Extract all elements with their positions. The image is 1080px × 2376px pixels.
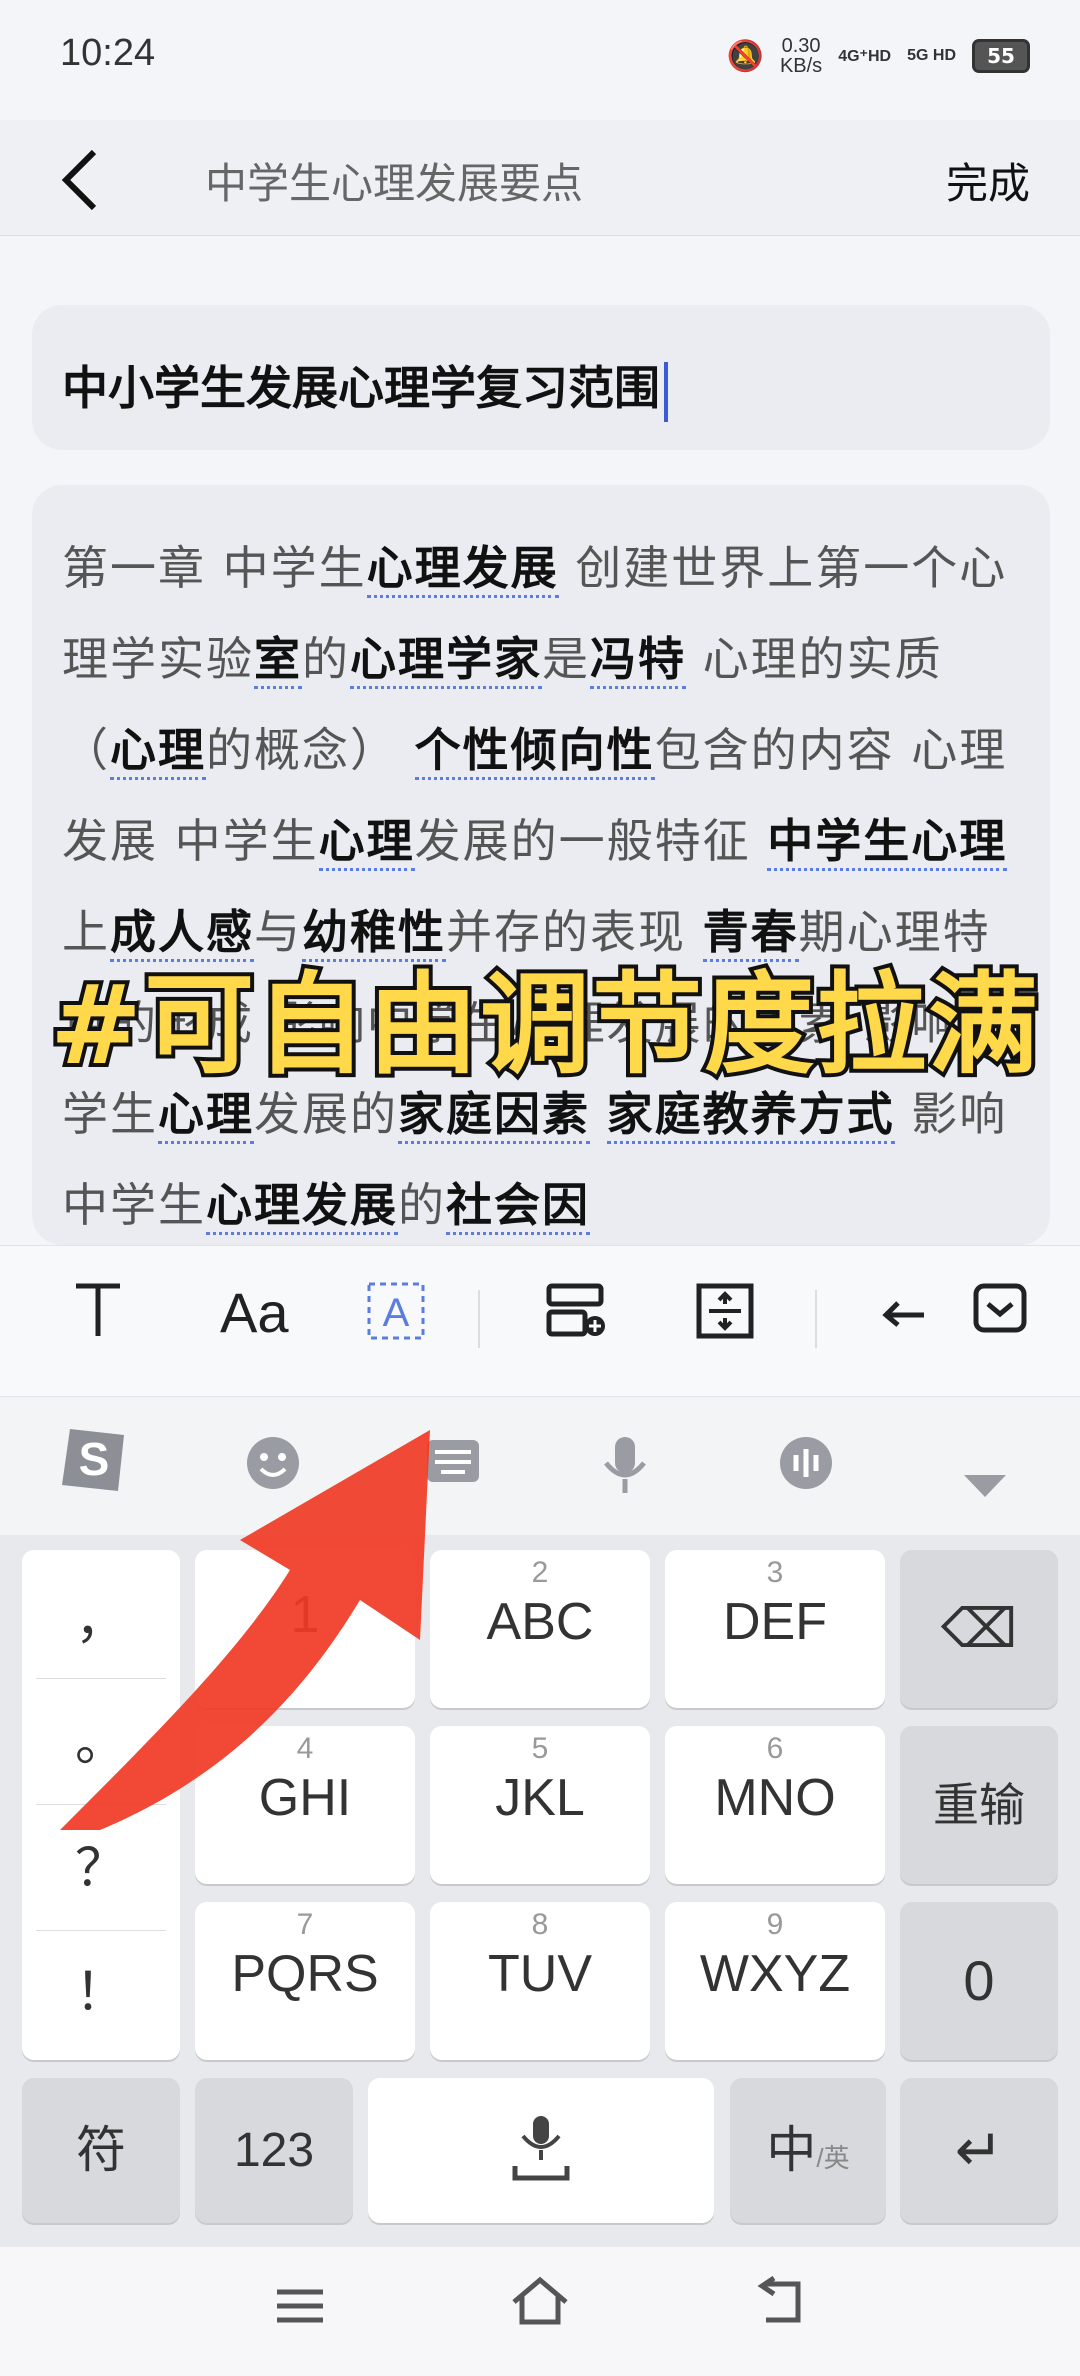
menu-nav-icon[interactable] — [275, 2276, 325, 2339]
key-letters: MNO — [714, 1769, 836, 1827]
mic-icon[interactable] — [600, 1435, 650, 1509]
key-letters: DEF — [723, 1593, 827, 1651]
hide-keyboard-icon[interactable] — [960, 1450, 1010, 1515]
svg-text:A: A — [383, 1291, 410, 1335]
space-key[interactable] — [368, 2078, 714, 2223]
red-arrow-annotation — [60, 1430, 430, 1830]
page-title: 中学生心理发展要点 — [205, 159, 584, 208]
key-tuv[interactable]: 8 TUV — [430, 1902, 650, 2060]
keyword-link[interactable]: 社会因 — [446, 1178, 590, 1235]
key-number: 6 — [766, 1732, 784, 1765]
enter-key[interactable]: ↵ — [900, 2078, 1058, 2223]
translate-icon[interactable] — [778, 1435, 834, 1505]
body-text-run: 的 — [302, 632, 350, 686]
zero-key[interactable]: 0 — [900, 1902, 1058, 2060]
network-speed: 0.30 KB/s — [779, 35, 823, 77]
keyword-link[interactable]: 中学生心理 — [767, 814, 1008, 871]
font-size-icon[interactable]: Aa — [220, 1280, 289, 1345]
text-caret — [664, 361, 668, 422]
keyword-link[interactable]: 个性倾向性 — [414, 723, 655, 780]
key-number: 9 — [766, 1908, 784, 1941]
keyword-link[interactable]: 心理发展 — [366, 541, 559, 598]
toolbar-divider — [478, 1290, 480, 1348]
sim1-signal-icon: 4G⁺HD — [838, 48, 892, 65]
back-icon[interactable] — [60, 148, 100, 226]
key-letters: TUV — [488, 1945, 592, 2003]
insert-row-icon[interactable] — [545, 1280, 607, 1356]
text-style-icon[interactable] — [72, 1280, 124, 1354]
key-pqrs[interactable]: 7 PQRS — [195, 1902, 415, 2060]
key-letters: WXYZ — [699, 1945, 851, 2003]
keyword-link[interactable]: 心理 — [318, 814, 415, 871]
home-nav-icon[interactable] — [510, 2276, 570, 2339]
body-text-run — [590, 1087, 607, 1141]
keyword-link[interactable]: 心理 — [158, 1087, 254, 1144]
key-letters: PQRS — [231, 1945, 379, 2003]
toolbar-divider — [815, 1290, 817, 1348]
keyword-link[interactable]: 冯特 — [590, 632, 686, 689]
body-text-run: 第一章 中学生 — [62, 541, 367, 595]
note-body-text[interactable]: 第一章 中学生心理发展 创建世界上第一个心理学实验室的心理学家是冯特 心理的实质… — [32, 485, 1050, 1245]
backspace-key[interactable]: ⌫ — [900, 1550, 1058, 1708]
key-number: 8 — [531, 1908, 549, 1941]
note-body-field[interactable]: 第一章 中学生心理发展 创建世界上第一个心理学实验室的心理学家是冯特 心理的实质… — [32, 485, 1050, 1245]
key-def[interactable]: 3 DEF — [665, 1550, 885, 1708]
key-wxyz[interactable]: 9 WXYZ — [665, 1902, 885, 2060]
done-button[interactable]: 完成 — [946, 150, 1030, 211]
language-switch-key[interactable]: 中/英 — [730, 2078, 886, 2223]
body-text-run: 的概念） — [206, 723, 415, 777]
keyword-link[interactable]: 家庭因素 — [398, 1087, 590, 1144]
space-mic-icon — [512, 2116, 570, 2181]
keyword-link[interactable]: 心理发展 — [206, 1178, 398, 1235]
key-mno[interactable]: 6 MNO — [665, 1726, 885, 1884]
key-number: 7 — [296, 1908, 314, 1941]
note-title-text[interactable]: 中小学生发展心理学复习范围 — [62, 352, 668, 422]
body-text-run: 发展的一般特征 — [414, 814, 768, 868]
undo-icon[interactable] — [880, 1280, 930, 1345]
collapse-icon[interactable] — [972, 1280, 1028, 1350]
text-box-icon[interactable]: A — [365, 1280, 427, 1356]
keyword-link[interactable]: 心理学家 — [350, 632, 542, 689]
overlay-caption: #可自由调节度拉满 — [46, 957, 1042, 1093]
numbers-key[interactable]: 123 — [195, 2078, 353, 2223]
body-text-run: 发展的 — [254, 1087, 398, 1141]
keyword-link[interactable]: 室 — [254, 632, 302, 689]
status-icons: 🔕 0.30 KB/s 4G⁺HD 5G HD 55 — [727, 36, 1030, 76]
punct-divider — [36, 1930, 166, 1931]
status-time: 10:24 — [60, 32, 156, 74]
spacing-icon[interactable] — [695, 1280, 757, 1356]
reinput-key[interactable]: 重输 — [900, 1726, 1058, 1884]
battery-icon: 55 — [972, 39, 1030, 73]
back-nav-icon[interactable] — [752, 2275, 808, 2339]
key-number: 3 — [766, 1556, 784, 1589]
keyword-link[interactable]: 家庭教养方式 — [606, 1087, 895, 1144]
sim2-signal-icon: 5G HD — [907, 47, 956, 64]
keyword-link[interactable]: 心理 — [110, 723, 206, 780]
mute-icon: 🔕 — [726, 38, 764, 74]
punct-exclaim-key[interactable]: ！ — [22, 1950, 180, 2025]
symbols-key[interactable]: 符 — [22, 2078, 180, 2223]
body-text-run: 的 — [398, 1178, 446, 1232]
body-text-run: 是 — [542, 632, 590, 686]
